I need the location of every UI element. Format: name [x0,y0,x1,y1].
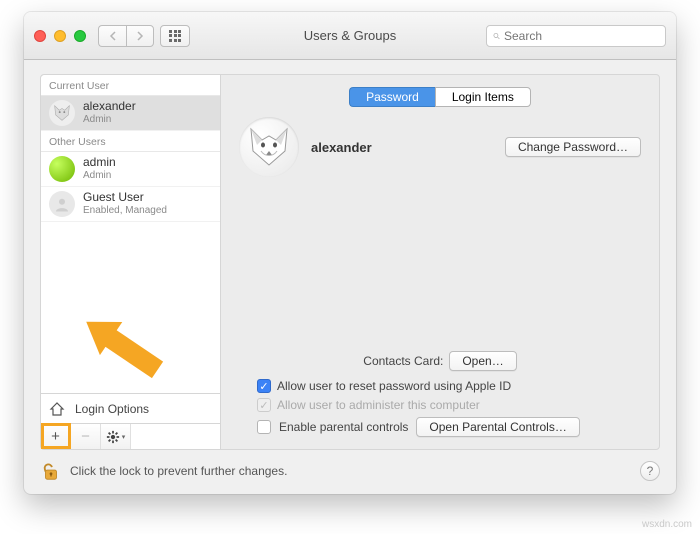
close-window-button[interactable] [34,30,46,42]
unlocked-padlock-icon[interactable] [40,460,62,482]
search-input[interactable] [504,29,659,43]
options-list: ✓ Allow user to reset password using App… [239,379,641,437]
reset-password-option[interactable]: ✓ Allow user to reset password using App… [257,379,641,393]
chevron-left-icon [109,31,117,41]
chevron-right-icon [136,31,144,41]
login-options-row[interactable]: Login Options [41,393,220,423]
back-button[interactable] [98,25,126,47]
content: Current User alexander Admin Other Users [24,60,676,494]
help-icon: ? [647,464,654,478]
minimize-window-button[interactable] [54,30,66,42]
nav-buttons [98,25,154,47]
tab-password[interactable]: Password [349,87,435,107]
open-parental-button[interactable]: Open Parental Controls… [416,417,579,437]
user-list: Current User alexander Admin Other Users [41,75,220,393]
change-password-button[interactable]: Change Password… [505,137,641,157]
open-contacts-button[interactable]: Open… [449,351,516,371]
help-button[interactable]: ? [640,461,660,481]
tab-login-items[interactable]: Login Items [435,87,531,107]
search-field[interactable] [486,25,666,47]
checkbox-checked-disabled-icon: ✓ [257,398,271,412]
avatar-icon [49,156,75,182]
section-other-users: Other Users [41,131,220,152]
sidebar-toolbar: + − ▾ [41,423,220,449]
home-icon [49,401,65,417]
lock-row: Click the lock to prevent further change… [40,460,660,482]
lock-text: Click the lock to prevent further change… [70,464,287,478]
contacts-card-row: Contacts Card: Open… [239,351,641,371]
login-options-label: Login Options [75,402,149,416]
user-name: admin [83,156,116,170]
parental-label: Enable parental controls [279,420,408,434]
watermark: wsxdn.com [642,519,692,530]
user-header: alexander Change Password… [239,117,641,177]
plus-icon: + [51,428,60,445]
window-title: Users & Groups [304,28,396,43]
sidebar-user-current[interactable]: alexander Admin [41,96,220,131]
avatar-icon [49,191,75,217]
sidebar-user-admin[interactable]: admin Admin [41,152,220,187]
grid-icon [169,30,181,42]
administer-label: Allow user to administer this computer [277,398,480,412]
user-role: Enabled, Managed [83,205,167,217]
user-name: alexander [83,100,136,114]
search-icon [493,30,500,42]
system-preferences-window: Users & Groups Current User alexander [24,12,676,494]
user-avatar[interactable] [239,117,299,177]
reset-password-label: Allow user to reset password using Apple… [277,379,511,393]
minus-icon: − [81,428,90,445]
checkbox-checked-icon[interactable]: ✓ [257,379,271,393]
contacts-card-label: Contacts Card: [363,354,443,368]
add-user-button[interactable]: + [41,424,71,449]
sidebar-user-guest[interactable]: Guest User Enabled, Managed [41,187,220,222]
selected-user-name: alexander [311,140,372,155]
titlebar: Users & Groups [24,12,676,60]
remove-user-button[interactable]: − [71,424,101,449]
zoom-window-button[interactable] [74,30,86,42]
dropdown-caret-icon: ▾ [122,433,126,441]
panel: Current User alexander Admin Other Users [40,74,660,450]
user-role: Admin [83,114,136,126]
tabs: Password Login Items [239,87,641,107]
user-name: Guest User [83,191,167,205]
administer-option: ✓ Allow user to administer this computer [257,398,641,412]
forward-button[interactable] [126,25,154,47]
avatar-icon [49,100,75,126]
parental-controls-option: Enable parental controls Open Parental C… [257,417,641,437]
main-pane: Password Login Items [221,75,659,449]
checkbox-unchecked-icon[interactable] [257,420,271,434]
actions-button[interactable]: ▾ [101,424,131,449]
fox-avatar-icon [245,123,293,171]
window-controls [34,30,86,42]
show-all-button[interactable] [160,25,190,47]
section-current-user: Current User [41,75,220,96]
sidebar: Current User alexander Admin Other Users [41,75,221,449]
user-role: Admin [83,170,116,182]
gear-icon [106,430,120,444]
